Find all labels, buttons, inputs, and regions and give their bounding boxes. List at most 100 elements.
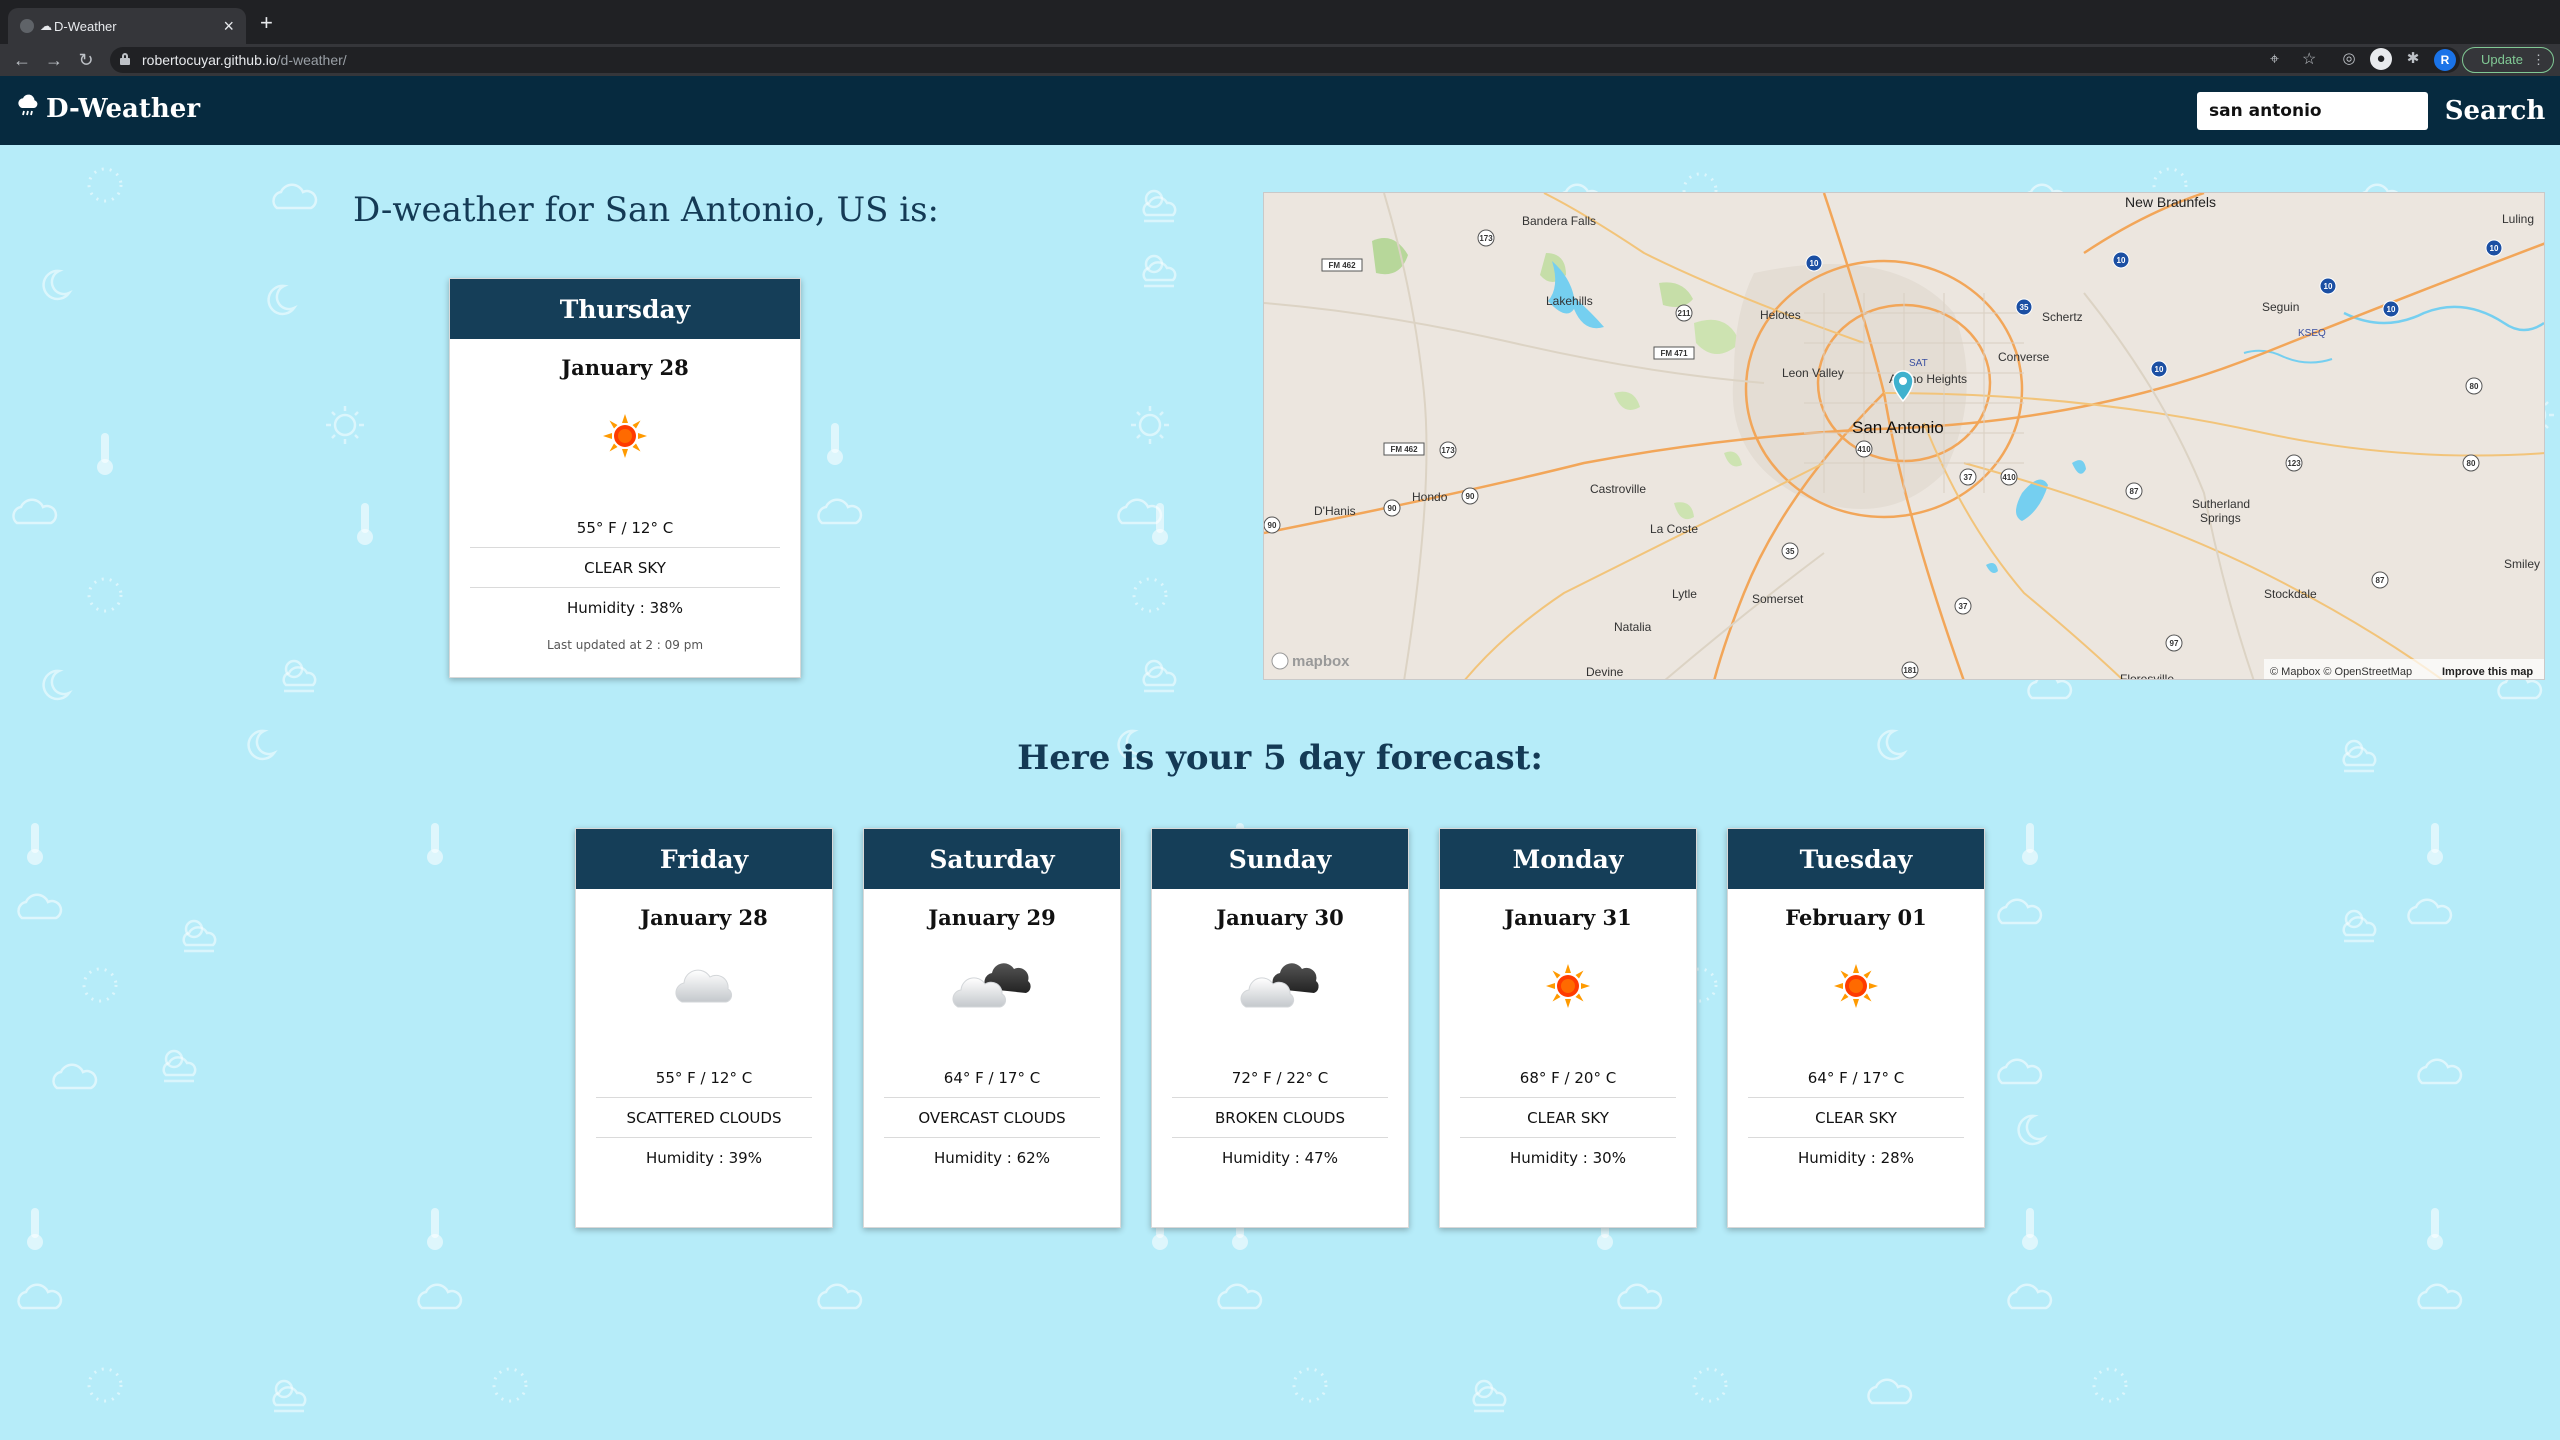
brand-name: D-Weather [46,94,201,124]
forecast-card-sunday: Sunday January 30 72° F / 22° C BROKEN C… [1151,828,1409,1228]
card-temperature: 55° F / 12° C [596,1058,812,1098]
main-content: D-weather for San Antonio, US is: Thursd… [0,145,2560,1440]
sun-icon [450,386,800,486]
svg-text:90: 90 [1268,521,1277,530]
forecast-heading: Here is your 5 day forecast: [1017,738,1543,778]
bookmark-star-icon[interactable]: ☆ [2302,50,2316,70]
card-temperature: 72° F / 22° C [1172,1058,1388,1098]
cloud-rain-icon [16,94,40,124]
map-city-label: San Antonio [1852,418,1944,437]
forecast-card-friday: Friday January 28 55° F / 12° C SCATTERE… [575,828,833,1228]
svg-text:80: 80 [2467,459,2476,468]
svg-text:80: 80 [2470,382,2479,391]
svg-text:173: 173 [1441,446,1455,455]
forecast-card-monday: Monday January 31 68° F / 20° C CLEAR SK… [1439,828,1697,1228]
svg-text:87: 87 [2130,487,2139,496]
svg-text:mapbox: mapbox [1292,653,1350,670]
forecast-card-saturday: Saturday January 29 64° F / 17° C OVERCA… [863,828,1121,1228]
card-date: January 28 [640,905,768,930]
location-pin-icon[interactable]: ⌖ [2270,50,2279,70]
reload-icon[interactable]: ↻ [74,48,98,72]
svg-text:97: 97 [2170,639,2179,648]
card-date: January 28 [561,355,689,380]
svg-text:New Braunfels: New Braunfels [2125,194,2216,210]
svg-text:Smiley: Smiley [2504,557,2540,571]
svg-text:Bandera Falls: Bandera Falls [1522,214,1596,228]
tab-cloud-icon: ☁ [40,19,52,33]
card-condition: SCATTERED CLOUDS [596,1098,812,1138]
city-search-input[interactable] [2197,92,2428,130]
map-attribution: © Mapbox © OpenStreetMap [2270,666,2412,678]
card-day: Tuesday [1728,829,1984,889]
svg-text:87: 87 [2376,576,2385,585]
svg-text:FM 462: FM 462 [1390,445,1418,454]
profile-avatar[interactable]: R [2434,49,2456,71]
extensions-puzzle-icon[interactable]: ✱ [2402,48,2424,70]
location-map[interactable]: FM 462 173 211 FM 471 FM 462 173 90 90 9… [1263,192,2545,680]
card-condition: OVERCAST CLOUDS [884,1098,1100,1138]
svg-text:10: 10 [2117,256,2126,265]
browser-tab[interactable]: ☁ D-Weather × [8,8,246,44]
card-condition: BROKEN CLOUDS [1172,1098,1388,1138]
svg-text:410: 410 [2002,473,2016,482]
improve-map-link: Improve this map [2442,666,2533,678]
forecast-card-tuesday: Tuesday February 01 64° F / 17° C CLEAR … [1727,828,1985,1228]
card-day: Monday [1440,829,1696,889]
search-button[interactable]: Search [2440,92,2550,130]
svg-text:37: 37 [1964,473,1973,482]
svg-text:Somerset: Somerset [1752,592,1804,606]
svg-text:35: 35 [2020,303,2029,312]
card-temperature: 68° F / 20° C [1460,1058,1676,1098]
svg-text:Castroville: Castroville [1590,482,1646,496]
current-weather-card: Thursday January 28 55° F / 12° C CLEAR … [449,278,801,678]
card-date: January 30 [1216,905,1344,930]
tab-favicon-icon [20,19,34,33]
extension-circle-icon[interactable]: ◎ [2338,48,2360,70]
card-temperature: 64° F / 17° C [884,1058,1100,1098]
extension-avatar-icon[interactable]: ● [2370,48,2392,70]
card-humidity: Humidity : 62% [934,1149,1050,1167]
svg-text:37: 37 [1959,602,1968,611]
card-humidity: Humidity : 28% [1798,1149,1914,1167]
tab-close-icon[interactable]: × [223,17,234,35]
sun-icon [1440,936,1696,1036]
mapbox-logo[interactable]: mapbox [1271,652,1350,670]
svg-text:FM 471: FM 471 [1660,349,1688,358]
svg-text:Helotes: Helotes [1760,308,1801,322]
svg-text:10: 10 [2387,305,2396,314]
card-day: Saturday [864,829,1120,889]
card-humidity: Humidity : 38% [567,599,683,617]
card-condition: CLEAR SKY [470,548,780,588]
back-arrow-icon[interactable]: ← [10,48,34,72]
svg-text:FM 462: FM 462 [1328,261,1356,270]
svg-text:Devine: Devine [1586,665,1624,679]
svg-text:KSEQ: KSEQ [2298,328,2326,339]
svg-text:Springs: Springs [2200,511,2241,525]
svg-text:D'Hanis: D'Hanis [1314,504,1356,518]
svg-text:Stockdale: Stockdale [2264,587,2317,601]
card-humidity: Humidity : 47% [1222,1149,1338,1167]
svg-text:10: 10 [1810,259,1819,268]
card-date: February 01 [1785,905,1927,930]
card-condition: CLEAR SKY [1460,1098,1676,1138]
svg-text:Lytle: Lytle [1672,587,1697,601]
tab-title: D-Weather [54,18,117,34]
card-temperature: 64° F / 17° C [1748,1058,1964,1098]
svg-text:Natalia: Natalia [1614,620,1652,634]
app-navbar: D-Weather Search [0,76,2560,145]
card-humidity: Humidity : 39% [646,1149,762,1167]
forward-arrow-icon[interactable]: → [42,48,66,72]
card-condition: CLEAR SKY [1748,1098,1964,1138]
svg-text:Sutherland: Sutherland [2192,497,2250,511]
svg-text:173: 173 [1479,234,1493,243]
svg-text:Converse: Converse [1998,350,2050,364]
current-weather-heading: D-weather for San Antonio, US is: [353,190,939,230]
url-text[interactable]: robertocuyar.github.io/d-weather/ [142,52,347,68]
new-tab-button[interactable]: + [260,12,273,34]
browser-toolbar: ← → ↻ robertocuyar.github.io/d-weather/ … [0,44,2560,76]
svg-text:SAT: SAT [1909,358,1928,369]
address-bar[interactable]: robertocuyar.github.io/d-weather/ ⌖ ☆ [110,47,2460,73]
update-button[interactable]: Update ⋮ [2462,47,2554,73]
menu-dots-icon[interactable]: ⋮ [2532,48,2545,72]
brand-link[interactable]: D-Weather [16,94,200,124]
